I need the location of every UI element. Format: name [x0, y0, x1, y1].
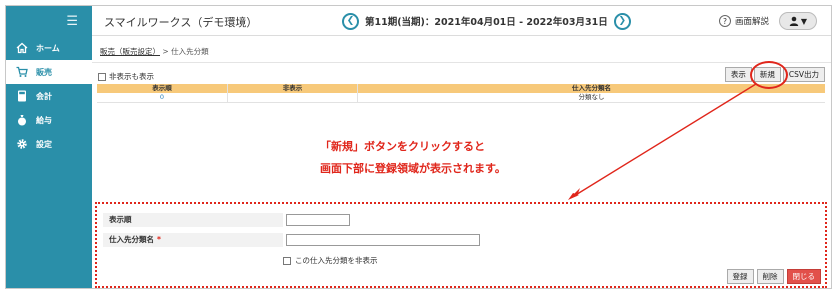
help-link[interactable]: ? 画面解説 — [718, 15, 769, 27]
breadcrumb-link-sales-settings[interactable]: 販売（販売設定） — [100, 47, 160, 56]
sidebar-item-settings[interactable]: 設定 — [6, 132, 92, 156]
registration-panel: 表示順 仕入先分類名 * この仕入先分類を非表示 登録 削除 閉じる — [95, 202, 827, 288]
app-title: スマイルワークス（デモ環境） — [104, 16, 258, 29]
sidebar-item-accounting[interactable]: 会計 — [6, 84, 92, 108]
column-header-order[interactable]: 表示順 — [97, 84, 227, 93]
close-button[interactable]: 閉じる — [786, 269, 821, 284]
chevron-left-icon: ❮ — [346, 16, 355, 26]
cart-icon — [16, 66, 28, 78]
sidebar-item-home[interactable]: ホーム — [6, 36, 92, 60]
period-selector: ❮ 第11期(当期)：2021年04月01日 - 2022年03月31日 ❯ — [342, 12, 631, 30]
breadcrumb-separator: > — [162, 47, 169, 56]
cell-name: 分類なし — [357, 93, 825, 102]
cell-hidden — [227, 93, 357, 102]
highlight-circle — [750, 61, 788, 89]
sidebar-item-sales[interactable]: 販売 — [6, 60, 92, 84]
breadcrumb-current: 仕入先分類 — [171, 47, 209, 56]
divider — [92, 62, 831, 63]
period-label: 第11期(当期)：2021年04月01日 - 2022年03月31日 — [365, 17, 608, 28]
table-header: 表示順 非表示 仕入先分類名 — [97, 84, 825, 93]
register-button[interactable]: 登録 — [726, 269, 754, 284]
sidebar-item-label: 販売 — [36, 67, 52, 77]
app-window: ☰ ホーム 販売 会計 給与 設定 スマイルワークス（デモ環境） ❮ 第11期(… — [5, 5, 832, 289]
column-header-name[interactable]: 仕入先分類名 — [357, 84, 825, 93]
hide-classification-toggle[interactable]: この仕入先分類を非表示 — [283, 255, 378, 266]
previous-period-button[interactable]: ❮ — [342, 12, 359, 30]
cell-order: 0 — [159, 93, 165, 101]
money-bag-icon — [16, 114, 28, 126]
user-menu-button[interactable]: ▼ — [779, 12, 817, 30]
sidebar-item-label: ホーム — [36, 43, 60, 53]
annotation-line-1: 「新規」ボタンをクリックすると — [320, 140, 485, 153]
show-hidden-checkbox[interactable] — [98, 72, 106, 81]
menu-toggle[interactable]: ☰ — [6, 6, 92, 36]
chevron-right-icon: ❯ — [618, 16, 626, 26]
required-mark: * — [157, 235, 161, 244]
sidebar-item-payroll[interactable]: 給与 — [6, 108, 92, 132]
csv-export-button[interactable]: CSV出力 — [782, 67, 825, 82]
annotation-line-2: 画面下部に登録領域が表示されます。 — [320, 162, 506, 175]
order-label: 表示順 — [103, 213, 283, 227]
form-row-name: 仕入先分類名 * — [103, 233, 819, 247]
hamburger-icon[interactable]: ☰ — [66, 14, 78, 29]
display-button[interactable]: 表示 — [724, 67, 752, 82]
main-content: 販売（販売設定） > 仕入先分類 非表示も表示 表示 新規 CSV出力 表示順 … — [92, 36, 831, 288]
caret-down-icon: ▼ — [800, 16, 808, 26]
order-input[interactable] — [286, 214, 350, 226]
classification-table: 表示順 非表示 仕入先分類名 0 分類なし — [97, 84, 825, 103]
form-row-order: 表示順 — [103, 213, 819, 227]
show-hidden-label: 非表示も表示 — [109, 72, 154, 81]
form-actions: 登録 削除 閉じる — [726, 269, 821, 284]
hide-classification-checkbox[interactable] — [283, 256, 291, 265]
annotation-callout: 「新規」ボタンをクリックすると 画面下部に登録領域が表示されます。 — [320, 136, 506, 180]
breadcrumb: 販売（販売設定） > 仕入先分類 — [100, 46, 209, 57]
show-hidden-toggle[interactable]: 非表示も表示 — [98, 71, 154, 82]
name-label: 仕入先分類名 — [109, 235, 154, 244]
delete-button[interactable]: 削除 — [756, 269, 784, 284]
sidebar-item-label: 会計 — [36, 91, 52, 101]
sidebar-item-label: 給与 — [36, 115, 52, 125]
name-input[interactable] — [286, 234, 480, 246]
home-icon — [16, 42, 28, 54]
sidebar: ☰ ホーム 販売 会計 給与 設定 — [6, 6, 92, 288]
next-period-button[interactable]: ❯ — [613, 12, 631, 30]
user-icon — [789, 16, 799, 26]
header: スマイルワークス（デモ環境） ❮ 第11期(当期)：2021年04月01日 - … — [92, 6, 831, 36]
column-header-hidden[interactable]: 非表示 — [227, 84, 357, 93]
gear-icon — [16, 138, 28, 150]
calculator-icon — [16, 90, 28, 102]
sidebar-item-label: 設定 — [36, 139, 52, 149]
help-label: 画面解説 — [734, 17, 769, 27]
hide-classification-label: この仕入先分類を非表示 — [295, 256, 378, 265]
name-label-cell: 仕入先分類名 * — [103, 233, 283, 247]
table-row[interactable]: 0 分類なし — [97, 93, 825, 103]
question-icon: ? — [718, 15, 731, 27]
